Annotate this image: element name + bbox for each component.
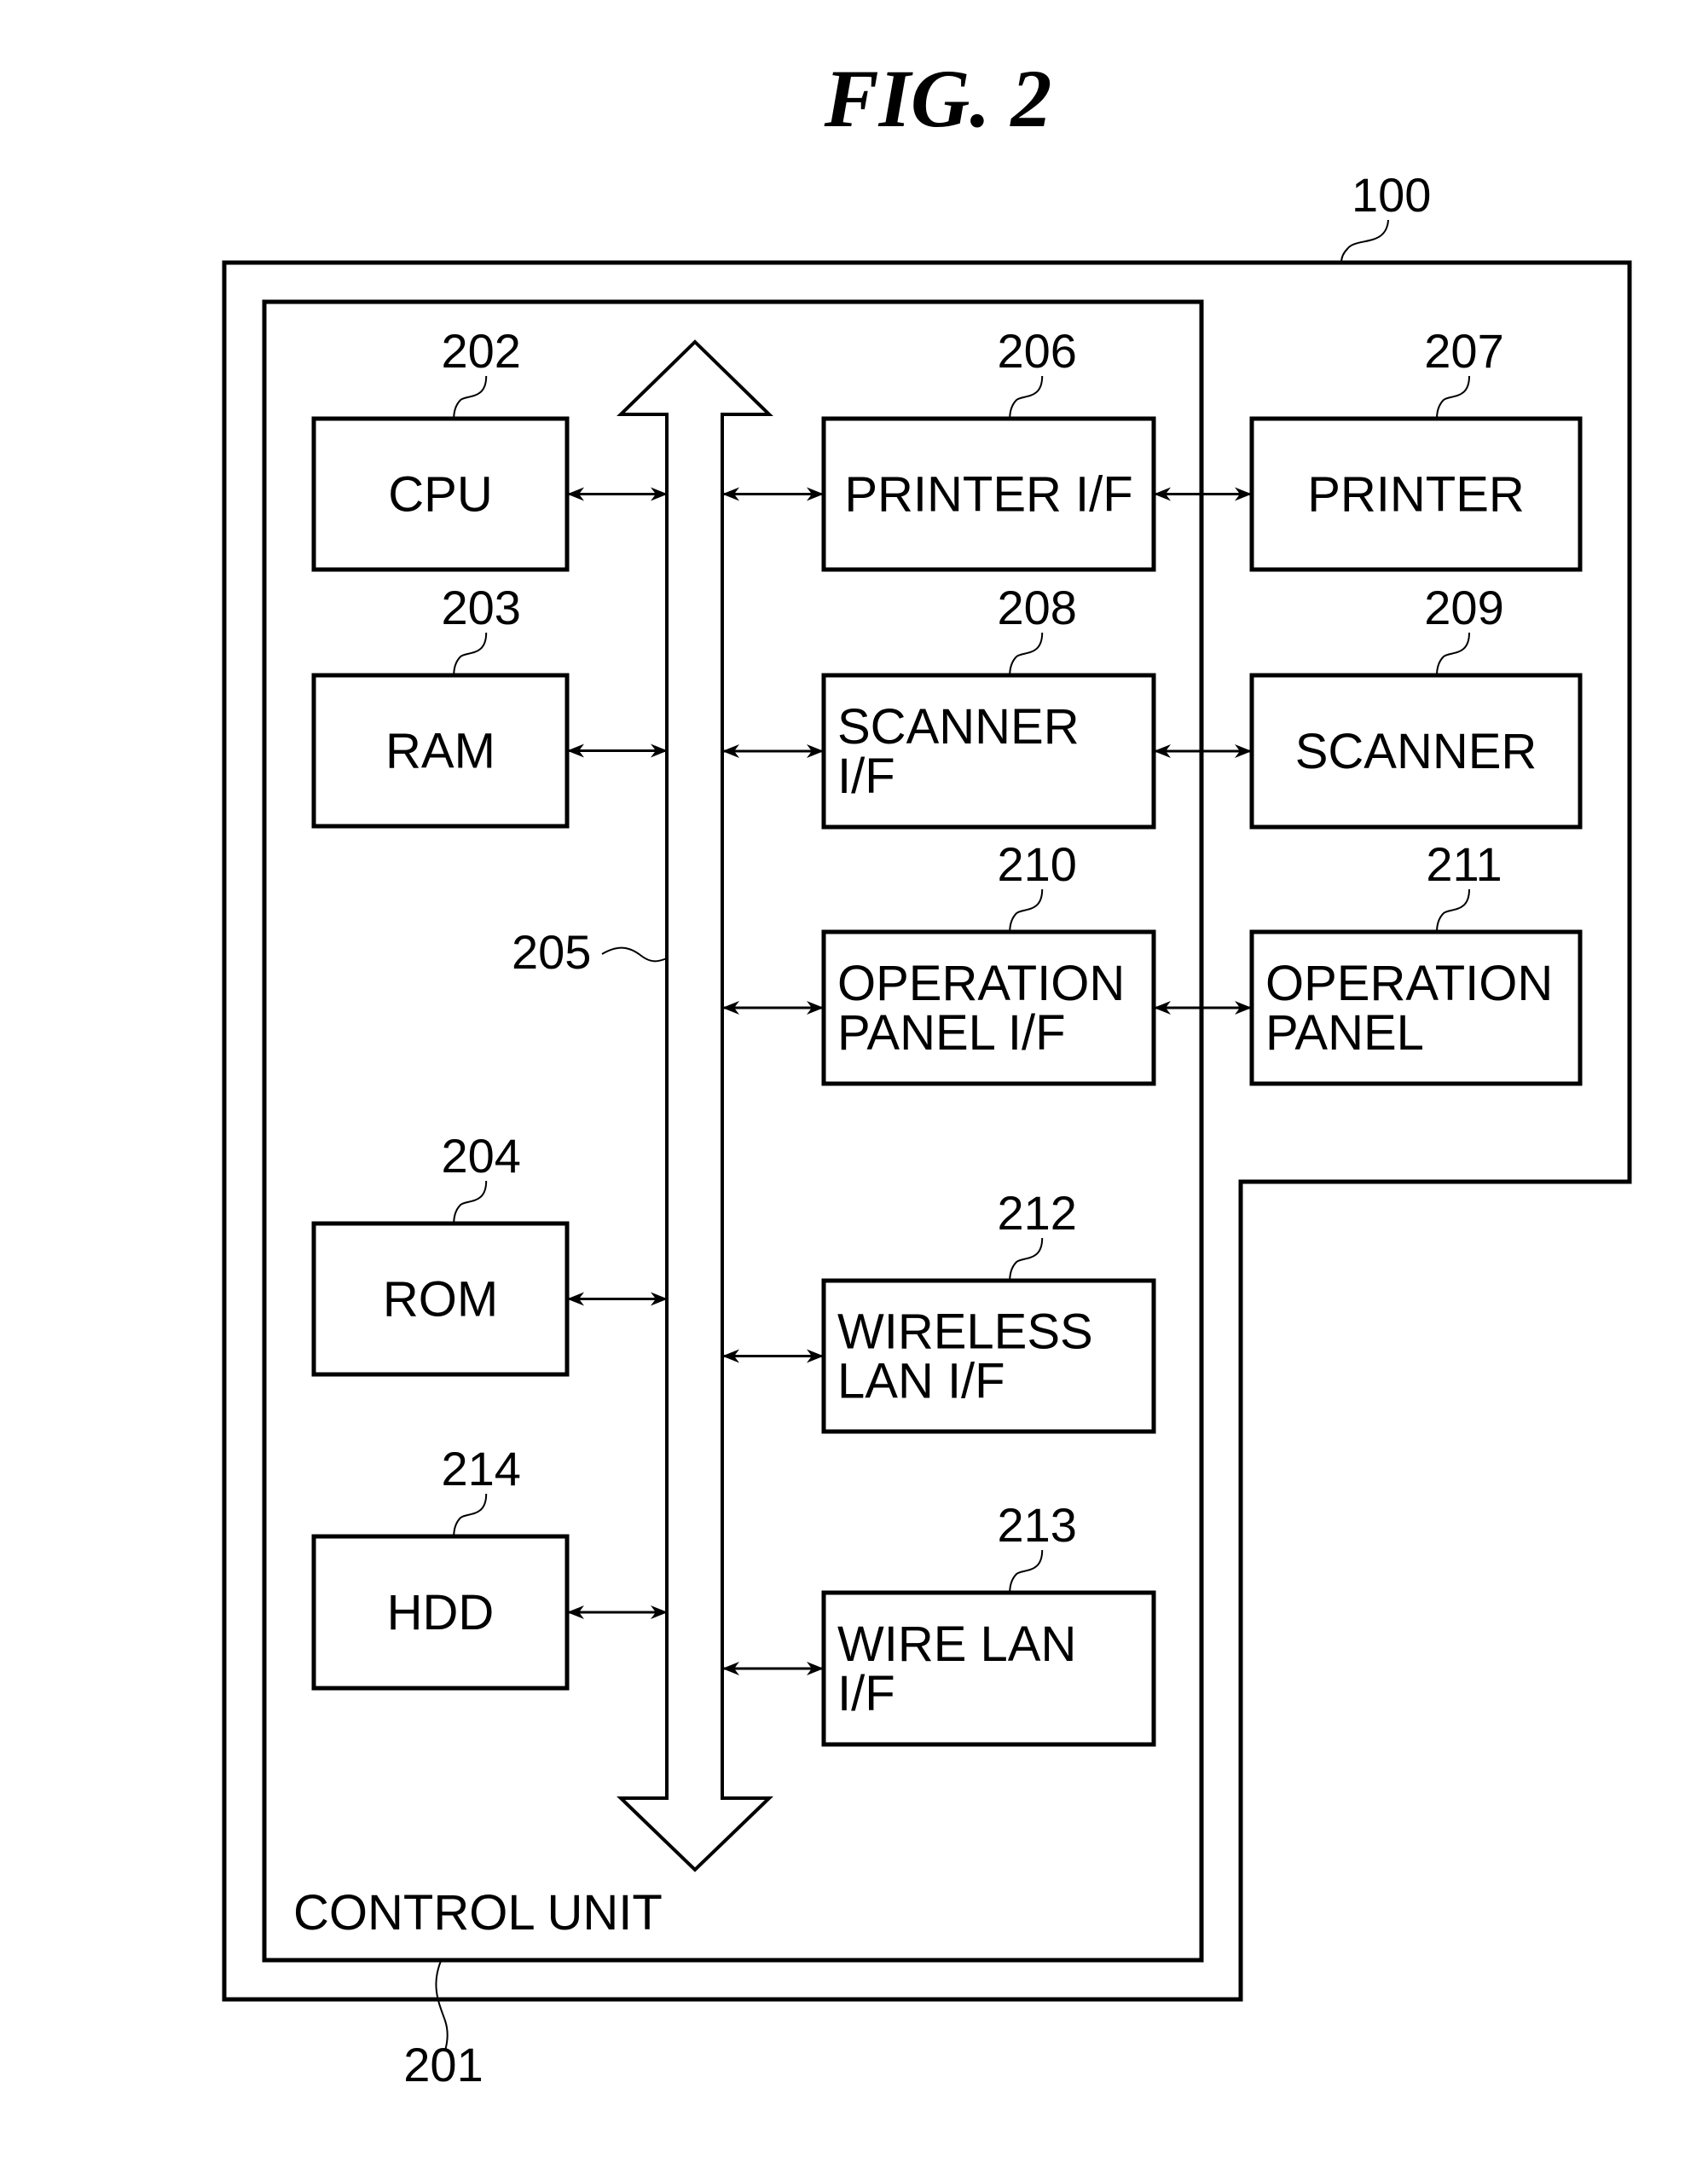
- cpu-label-line: CPU: [388, 467, 492, 523]
- ref-operation-panel-if: 210: [997, 837, 1076, 891]
- printer-label-line: PRINTER: [1307, 467, 1525, 523]
- operation-panel-if-label-line: PANEL I/F: [837, 1005, 1066, 1061]
- ref-operation-panel: 211: [1426, 837, 1502, 891]
- operation-panel-if-label-line: OPERATION: [837, 956, 1125, 1011]
- scanner-if-label-line: SCANNER: [837, 699, 1080, 755]
- operation-panel-if-block: OPERATIONPANEL I/F 210: [821, 837, 1156, 1086]
- printer-if-label-line: PRINTER I/F: [844, 467, 1132, 523]
- rom-block: ROM 204: [311, 1129, 570, 1377]
- leader-cpu: [453, 375, 488, 419]
- leader-wire-lan-if: [1009, 1549, 1044, 1594]
- hdd-label-line: HDD: [387, 1585, 495, 1640]
- wireless-lan-if-label-line: LAN I/F: [837, 1354, 1005, 1409]
- operation-panel-label-line: PANEL: [1265, 1005, 1424, 1061]
- scanner-label-line: SCANNER: [1295, 724, 1537, 779]
- ref-bus: 205: [512, 925, 591, 979]
- leader-bus: [601, 946, 668, 963]
- leader-printer: [1436, 375, 1470, 419]
- wireless-lan-if-label-line: WIRELESS: [837, 1304, 1093, 1360]
- ref-rom: 204: [441, 1129, 520, 1183]
- ref-control-unit: 201: [403, 2038, 483, 2091]
- leader-hdd: [453, 1493, 488, 1537]
- wire-lan-if-block: WIRE LANI/F 213: [821, 1498, 1156, 1747]
- wireless-lan-if-block: WIRELESSLAN I/F 212: [821, 1186, 1156, 1434]
- cpu-block: CPU 202: [311, 324, 570, 572]
- scanner-block: SCANNER 209: [1249, 581, 1583, 830]
- leader-wireless-lan-if: [1009, 1237, 1044, 1281]
- figure-title: FIG. 2: [824, 53, 1052, 144]
- ref-scanner: 209: [1424, 581, 1503, 634]
- printer-block: PRINTER 207: [1249, 324, 1583, 572]
- leader-printer-if: [1009, 375, 1044, 419]
- control-unit-label: CONTROL UNIT: [293, 1885, 663, 1941]
- system-bus-arrow: [617, 339, 773, 1872]
- leader-operation-panel-if: [1009, 888, 1044, 933]
- scanner-if-block: SCANNERI/F 208: [821, 581, 1156, 830]
- ref-ram: 203: [441, 581, 520, 634]
- ref-apparatus: 100: [1352, 168, 1431, 222]
- printer-if-block: PRINTER I/F 206: [821, 324, 1156, 572]
- leader-rom: [453, 1180, 488, 1224]
- rom-label-line: ROM: [383, 1272, 498, 1328]
- wire-lan-if-label-line: I/F: [837, 1666, 895, 1721]
- ref-wireless-lan-if: 212: [997, 1186, 1076, 1240]
- operation-panel-label-line: OPERATION: [1265, 956, 1553, 1011]
- ram-label-line: RAM: [385, 724, 495, 779]
- hdd-block: HDD 214: [311, 1442, 570, 1691]
- ref-printer-if: 206: [997, 324, 1076, 378]
- ref-hdd: 214: [441, 1442, 520, 1495]
- ref-cpu: 202: [441, 324, 520, 378]
- leader-operation-panel: [1436, 888, 1470, 933]
- ref-scanner-if: 208: [997, 581, 1076, 634]
- leader-ram: [453, 632, 488, 676]
- operation-panel-block: OPERATIONPANEL 211: [1249, 837, 1583, 1086]
- block-diagram: FIG. 2 100 CONTROL UNIT 201 205 CPU 202 RA…: [222, 53, 1632, 2091]
- wire-lan-if-label-line: WIRE LAN: [837, 1617, 1076, 1672]
- ref-wire-lan-if: 213: [997, 1498, 1076, 1552]
- ref-printer: 207: [1424, 324, 1503, 378]
- leader-apparatus: [1340, 219, 1389, 263]
- ram-block: RAM 203: [311, 581, 570, 829]
- scanner-if-label-line: I/F: [837, 749, 895, 804]
- leader-scanner: [1436, 632, 1470, 676]
- leader-scanner-if: [1009, 632, 1044, 676]
